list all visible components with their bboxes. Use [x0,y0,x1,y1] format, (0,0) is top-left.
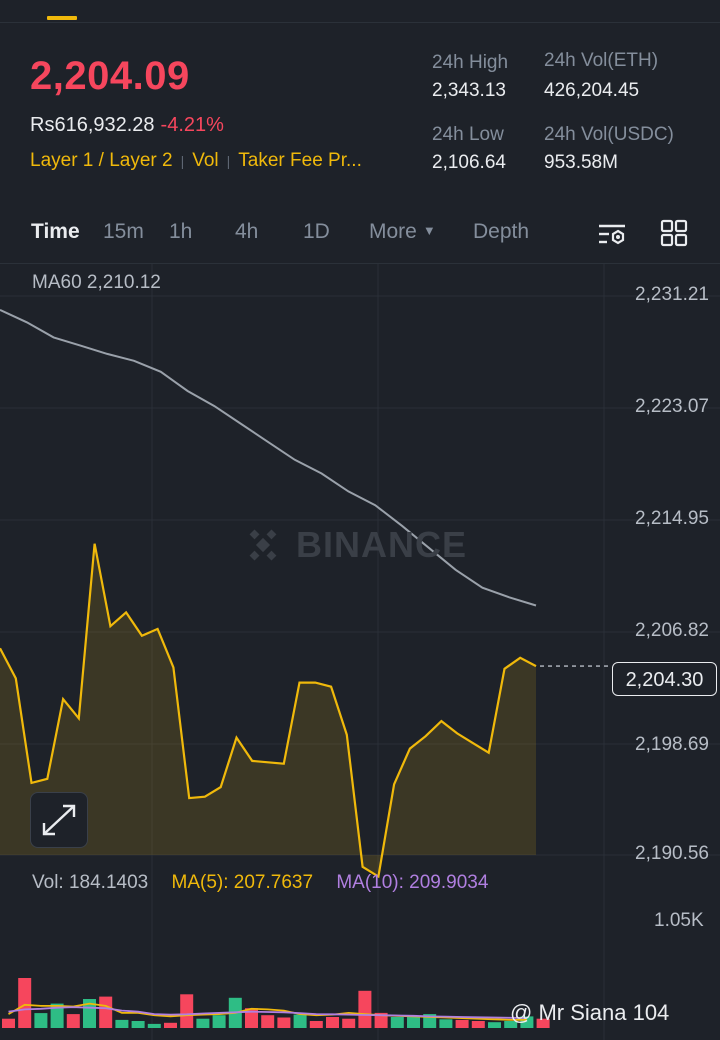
volume-axis-max: 1.05K [654,910,704,931]
volume-ma5: MA(5): 207.7637 [171,872,314,893]
volume-bar [164,1022,177,1028]
watermark-text: BINANCE [296,524,468,565]
volume-bar [212,1015,226,1028]
y-axis-label: 2,198.69 [635,734,709,755]
y-axis-label: 2,214.95 [635,508,709,529]
volume-bar [439,1019,453,1028]
volume-bar [455,1019,469,1028]
volume-bar [196,1018,210,1028]
volume-bar [34,1013,48,1028]
volume-bar [180,994,194,1028]
volume-legend: Vol: 184.1403 MA(5): 207.7637 MA(10): 20… [32,872,488,894]
binance-logo-icon [240,522,286,568]
volume-bar [66,1014,80,1028]
volume-bar [309,1021,323,1028]
volume-bar [293,1014,307,1028]
y-axis-label: 2,206.82 [635,620,709,641]
volume-bar [326,1017,339,1028]
volume-bar [358,990,372,1028]
volume-bar [342,1018,356,1028]
current-price-tag: 2,204.30 [612,662,717,696]
y-axis-label: 2,231.21 [635,284,709,305]
volume-bar [115,1019,129,1028]
volume-bar [261,1015,275,1028]
volume-bar [2,1018,15,1028]
y-axis-label: 2,223.07 [635,396,709,417]
volume-bar [471,1021,485,1028]
volume-bar [147,1023,161,1028]
ma60-legend: MA60 2,210.12 [32,272,161,293]
volume-bar [277,1017,291,1028]
volume-ma10: MA(10): 209.9034 [336,872,489,893]
volume-bar [390,1017,404,1028]
volume-bar [407,1017,420,1028]
volume-bar [18,978,32,1028]
volume-bar [99,996,113,1028]
volume-value: Vol: 184.1403 [32,872,149,893]
expand-button[interactable] [30,792,88,848]
watermark-credit: @ Mr Siana 104 [510,1000,670,1025]
expand-icon [31,804,87,851]
volume-bar [131,1021,145,1028]
y-axis-label: 2,190.56 [635,843,709,864]
volume-bar [488,1022,501,1028]
